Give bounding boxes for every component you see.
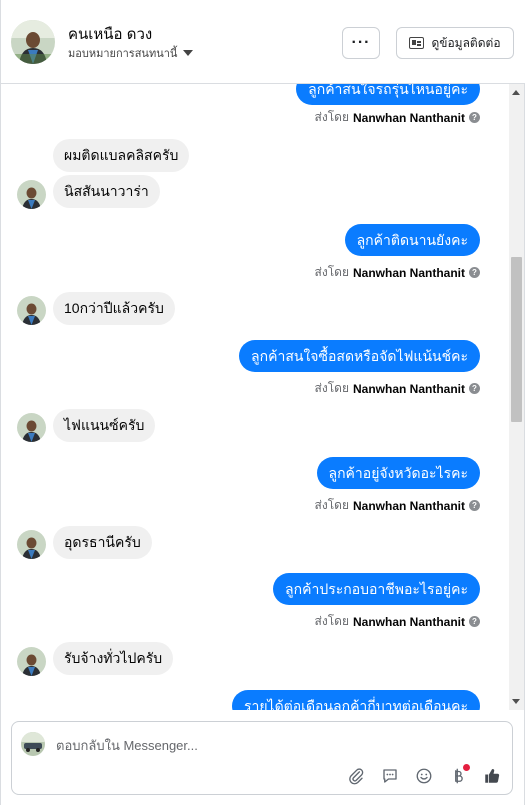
scroll-up-arrow-icon[interactable] [512,90,520,95]
outgoing-message[interactable]: ลูกค้าประกอบอาชีพอะไรอยู่คะ [273,573,480,605]
more-options-icon: ··· [351,34,371,51]
incoming-message[interactable]: นิสสันนาวาร่า [53,175,160,208]
sent-by-label: ส่งโดย Nanwhan Nanthanit ? [315,496,480,515]
contact-avatar-small [17,530,46,559]
sent-by-label: ส่งโดย Nanwhan Nanthanit ? [315,379,480,398]
reply-composer [11,721,513,795]
notification-dot [463,764,470,771]
sent-by-label: ส่งโดย Nanwhan Nanthanit ? [315,108,480,127]
help-icon[interactable]: ? [469,267,480,278]
outgoing-message[interactable]: ลูกค้าสนใจซื้อสดหรือจัดไฟแน้นช์คะ [239,340,480,372]
incoming-message[interactable]: ไฟแนนซ์ครับ [53,409,156,442]
incoming-message[interactable]: รับจ้างทั่วไปครับ [53,642,174,675]
view-contact-info-label: ดูข้อมูลติดต่อ [431,35,501,50]
sent-by-prefix: ส่งโดย [314,614,349,628]
contact-card-icon [409,37,425,49]
message-list-scrollbar[interactable] [509,84,524,710]
caret-down-icon [183,50,194,56]
sender-name: Nanwhan Nanthanit [352,614,465,629]
paperclip-icon[interactable] [346,766,366,786]
sent-by-prefix: ส่งโดย [314,265,349,279]
sender-name: Nanwhan Nanthanit [352,381,465,396]
saved-reply-icon[interactable] [380,766,400,786]
more-options-button[interactable]: ··· [342,27,380,59]
incoming-message[interactable]: อุดรธานีครับ [53,526,152,559]
composer-toolbar [346,764,502,786]
assign-conversation-dropdown[interactable]: มอบหมายการสนทนานี้ [68,44,194,62]
contact-avatar-small [17,647,46,676]
baht-icon[interactable] [448,764,470,786]
conversation-header: คนเหนือ ดวง มอบหมายการสนทนานี้ ··· ดูข้อ… [1,0,525,84]
contact-avatar-small [17,180,46,209]
contact-avatar[interactable] [11,20,55,64]
outgoing-message[interactable]: ลูกค้าติดนานยังคะ [344,224,480,256]
incoming-message[interactable]: ผมติดแบลคลิสครับ [53,139,190,172]
outgoing-message[interactable]: รายได้ต่อเดือนลูกค้ากี่บาทต่อเดือนคะ [231,690,480,710]
sender-name: Nanwhan Nanthanit [352,265,465,280]
incoming-message[interactable]: 10กว่าปีแล้วครับ [53,292,175,325]
help-icon[interactable]: ? [469,500,480,511]
sent-by-label: ส่งโดย Nanwhan Nanthanit ? [315,263,480,282]
message-list: ลูกค้าสนใจรถรุ่นไหนอยู่คะ ส่งโดย Nanwhan… [1,84,509,710]
sender-name: Nanwhan Nanthanit [352,498,465,513]
contact-name: คนเหนือ ดวง [68,26,153,43]
messenger-conversation-panel: คนเหนือ ดวง มอบหมายการสนทนานี้ ··· ดูข้อ… [0,0,525,805]
reply-input[interactable] [56,736,456,754]
sent-by-prefix: ส่งโดย [314,110,349,124]
sent-by-prefix: ส่งโดย [314,498,349,512]
assign-conversation-label: มอบหมายการสนทนานี้ [68,48,178,60]
sent-by-label: ส่งโดย Nanwhan Nanthanit ? [315,612,480,631]
help-icon[interactable]: ? [469,383,480,394]
page-avatar [21,732,45,756]
sender-name: Nanwhan Nanthanit [352,110,465,125]
outgoing-message[interactable]: ลูกค้าอยู่จังหวัดอะไรคะ [316,457,480,489]
contact-avatar-small [17,413,46,442]
outgoing-message[interactable]: ลูกค้าสนใจรถรุ่นไหนอยู่คะ [296,84,480,105]
help-icon[interactable]: ? [469,112,480,123]
scroll-down-arrow-icon[interactable] [512,699,520,704]
view-contact-info-button[interactable]: ดูข้อมูลติดต่อ [396,27,514,59]
thumbs-up-icon[interactable] [482,766,502,786]
sent-by-prefix: ส่งโดย [314,381,349,395]
contact-avatar-small [17,296,46,325]
help-icon[interactable]: ? [469,616,480,627]
emoji-icon[interactable] [414,766,434,786]
scrollbar-thumb[interactable] [511,257,522,422]
